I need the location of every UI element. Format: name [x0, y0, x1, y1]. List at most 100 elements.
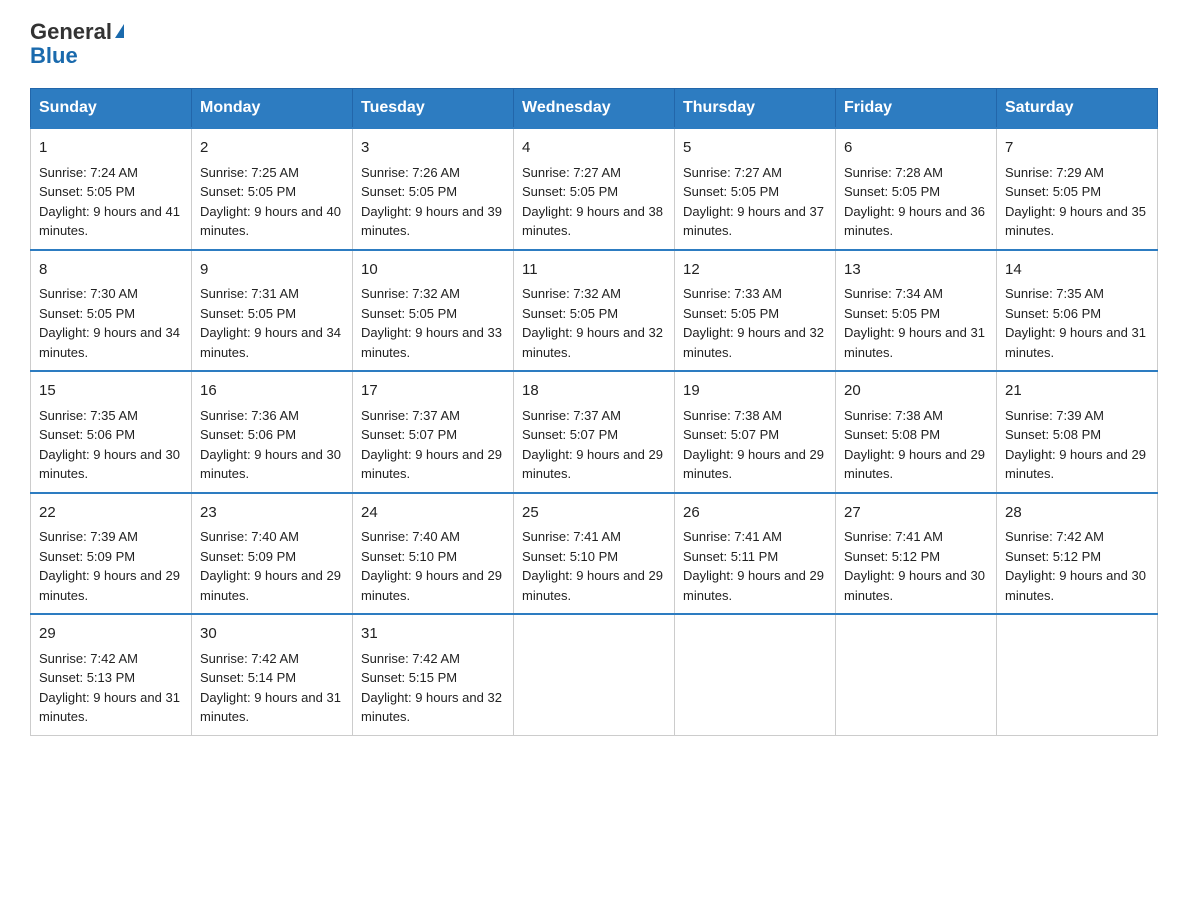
day-number: 1 — [39, 137, 183, 160]
logo-general-text: General — [30, 20, 124, 44]
calendar-week-row: 22 Sunrise: 7:39 AMSunset: 5:09 PMDayligh… — [31, 493, 1158, 615]
day-info: Sunrise: 7:32 AMSunset: 5:05 PMDaylight:… — [361, 286, 502, 360]
weekday-header-sunday: Sunday — [31, 89, 192, 129]
day-number: 11 — [522, 259, 666, 282]
day-info: Sunrise: 7:28 AMSunset: 5:05 PMDaylight:… — [844, 165, 985, 239]
calendar-cell: 18 Sunrise: 7:37 AMSunset: 5:07 PMDayligh… — [514, 371, 675, 493]
calendar-cell: 9 Sunrise: 7:31 AMSunset: 5:05 PMDaylight… — [192, 250, 353, 372]
calendar-cell: 23 Sunrise: 7:40 AMSunset: 5:09 PMDayligh… — [192, 493, 353, 615]
day-number: 13 — [844, 259, 988, 282]
calendar-body: 1 Sunrise: 7:24 AMSunset: 5:05 PMDaylight… — [31, 128, 1158, 735]
day-number: 14 — [1005, 259, 1149, 282]
day-info: Sunrise: 7:40 AMSunset: 5:09 PMDaylight:… — [200, 529, 341, 603]
day-number: 18 — [522, 380, 666, 403]
calendar-cell: 22 Sunrise: 7:39 AMSunset: 5:09 PMDayligh… — [31, 493, 192, 615]
day-number: 8 — [39, 259, 183, 282]
calendar-cell: 16 Sunrise: 7:36 AMSunset: 5:06 PMDayligh… — [192, 371, 353, 493]
calendar-cell: 25 Sunrise: 7:41 AMSunset: 5:10 PMDayligh… — [514, 493, 675, 615]
day-info: Sunrise: 7:41 AMSunset: 5:11 PMDaylight:… — [683, 529, 824, 603]
calendar-cell: 15 Sunrise: 7:35 AMSunset: 5:06 PMDayligh… — [31, 371, 192, 493]
calendar-cell — [997, 614, 1158, 735]
day-number: 31 — [361, 623, 505, 646]
day-number: 6 — [844, 137, 988, 160]
calendar-cell: 13 Sunrise: 7:34 AMSunset: 5:05 PMDayligh… — [836, 250, 997, 372]
day-number: 23 — [200, 502, 344, 525]
calendar-cell — [675, 614, 836, 735]
day-info: Sunrise: 7:34 AMSunset: 5:05 PMDaylight:… — [844, 286, 985, 360]
weekday-header-row: SundayMondayTuesdayWednesdayThursdayFrid… — [31, 89, 1158, 129]
calendar-cell: 11 Sunrise: 7:32 AMSunset: 5:05 PMDayligh… — [514, 250, 675, 372]
day-number: 5 — [683, 137, 827, 160]
day-info: Sunrise: 7:25 AMSunset: 5:05 PMDaylight:… — [200, 165, 341, 239]
day-info: Sunrise: 7:37 AMSunset: 5:07 PMDaylight:… — [522, 408, 663, 482]
day-info: Sunrise: 7:41 AMSunset: 5:10 PMDaylight:… — [522, 529, 663, 603]
day-info: Sunrise: 7:33 AMSunset: 5:05 PMDaylight:… — [683, 286, 824, 360]
day-info: Sunrise: 7:40 AMSunset: 5:10 PMDaylight:… — [361, 529, 502, 603]
day-info: Sunrise: 7:41 AMSunset: 5:12 PMDaylight:… — [844, 529, 985, 603]
day-number: 24 — [361, 502, 505, 525]
day-number: 25 — [522, 502, 666, 525]
calendar-cell: 4 Sunrise: 7:27 AMSunset: 5:05 PMDaylight… — [514, 128, 675, 250]
calendar-week-row: 29 Sunrise: 7:42 AMSunset: 5:13 PMDayligh… — [31, 614, 1158, 735]
calendar-cell: 1 Sunrise: 7:24 AMSunset: 5:05 PMDaylight… — [31, 128, 192, 250]
day-info: Sunrise: 7:31 AMSunset: 5:05 PMDaylight:… — [200, 286, 341, 360]
page-header: General Blue — [30, 20, 1158, 68]
day-number: 22 — [39, 502, 183, 525]
day-info: Sunrise: 7:39 AMSunset: 5:09 PMDaylight:… — [39, 529, 180, 603]
calendar-cell: 27 Sunrise: 7:41 AMSunset: 5:12 PMDayligh… — [836, 493, 997, 615]
calendar-table: SundayMondayTuesdayWednesdayThursdayFrid… — [30, 88, 1158, 736]
day-number: 16 — [200, 380, 344, 403]
day-number: 17 — [361, 380, 505, 403]
calendar-cell: 28 Sunrise: 7:42 AMSunset: 5:12 PMDayligh… — [997, 493, 1158, 615]
day-info: Sunrise: 7:27 AMSunset: 5:05 PMDaylight:… — [522, 165, 663, 239]
day-number: 9 — [200, 259, 344, 282]
calendar-cell: 31 Sunrise: 7:42 AMSunset: 5:15 PMDayligh… — [353, 614, 514, 735]
calendar-cell: 14 Sunrise: 7:35 AMSunset: 5:06 PMDayligh… — [997, 250, 1158, 372]
calendar-cell: 19 Sunrise: 7:38 AMSunset: 5:07 PMDayligh… — [675, 371, 836, 493]
weekday-header-saturday: Saturday — [997, 89, 1158, 129]
calendar-cell: 6 Sunrise: 7:28 AMSunset: 5:05 PMDaylight… — [836, 128, 997, 250]
day-info: Sunrise: 7:24 AMSunset: 5:05 PMDaylight:… — [39, 165, 180, 239]
calendar-week-row: 1 Sunrise: 7:24 AMSunset: 5:05 PMDaylight… — [31, 128, 1158, 250]
day-number: 28 — [1005, 502, 1149, 525]
day-number: 4 — [522, 137, 666, 160]
calendar-cell: 20 Sunrise: 7:38 AMSunset: 5:08 PMDayligh… — [836, 371, 997, 493]
logo: General Blue — [30, 20, 124, 68]
day-info: Sunrise: 7:42 AMSunset: 5:13 PMDaylight:… — [39, 651, 180, 725]
day-number: 3 — [361, 137, 505, 160]
day-info: Sunrise: 7:39 AMSunset: 5:08 PMDaylight:… — [1005, 408, 1146, 482]
day-info: Sunrise: 7:29 AMSunset: 5:05 PMDaylight:… — [1005, 165, 1146, 239]
day-number: 20 — [844, 380, 988, 403]
weekday-header-monday: Monday — [192, 89, 353, 129]
calendar-week-row: 15 Sunrise: 7:35 AMSunset: 5:06 PMDayligh… — [31, 371, 1158, 493]
day-info: Sunrise: 7:32 AMSunset: 5:05 PMDaylight:… — [522, 286, 663, 360]
day-info: Sunrise: 7:36 AMSunset: 5:06 PMDaylight:… — [200, 408, 341, 482]
day-info: Sunrise: 7:35 AMSunset: 5:06 PMDaylight:… — [39, 408, 180, 482]
day-number: 27 — [844, 502, 988, 525]
calendar-cell: 24 Sunrise: 7:40 AMSunset: 5:10 PMDayligh… — [353, 493, 514, 615]
calendar-cell: 10 Sunrise: 7:32 AMSunset: 5:05 PMDayligh… — [353, 250, 514, 372]
day-info: Sunrise: 7:37 AMSunset: 5:07 PMDaylight:… — [361, 408, 502, 482]
weekday-header-wednesday: Wednesday — [514, 89, 675, 129]
day-info: Sunrise: 7:42 AMSunset: 5:15 PMDaylight:… — [361, 651, 502, 725]
day-number: 21 — [1005, 380, 1149, 403]
calendar-cell: 8 Sunrise: 7:30 AMSunset: 5:05 PMDaylight… — [31, 250, 192, 372]
day-info: Sunrise: 7:38 AMSunset: 5:08 PMDaylight:… — [844, 408, 985, 482]
day-number: 19 — [683, 380, 827, 403]
calendar-cell: 17 Sunrise: 7:37 AMSunset: 5:07 PMDayligh… — [353, 371, 514, 493]
calendar-cell — [836, 614, 997, 735]
calendar-header: SundayMondayTuesdayWednesdayThursdayFrid… — [31, 89, 1158, 129]
day-number: 26 — [683, 502, 827, 525]
day-info: Sunrise: 7:30 AMSunset: 5:05 PMDaylight:… — [39, 286, 180, 360]
day-info: Sunrise: 7:35 AMSunset: 5:06 PMDaylight:… — [1005, 286, 1146, 360]
day-number: 7 — [1005, 137, 1149, 160]
calendar-cell: 29 Sunrise: 7:42 AMSunset: 5:13 PMDayligh… — [31, 614, 192, 735]
day-info: Sunrise: 7:42 AMSunset: 5:12 PMDaylight:… — [1005, 529, 1146, 603]
day-info: Sunrise: 7:38 AMSunset: 5:07 PMDaylight:… — [683, 408, 824, 482]
calendar-cell: 21 Sunrise: 7:39 AMSunset: 5:08 PMDayligh… — [997, 371, 1158, 493]
day-number: 29 — [39, 623, 183, 646]
day-number: 15 — [39, 380, 183, 403]
day-number: 10 — [361, 259, 505, 282]
day-info: Sunrise: 7:26 AMSunset: 5:05 PMDaylight:… — [361, 165, 502, 239]
day-number: 2 — [200, 137, 344, 160]
